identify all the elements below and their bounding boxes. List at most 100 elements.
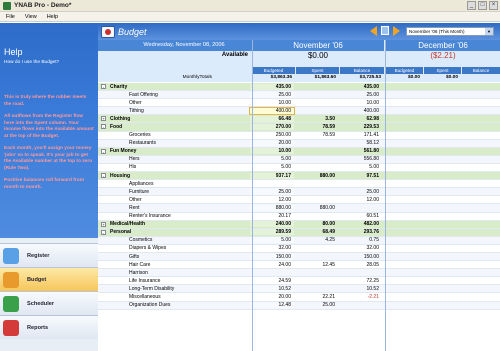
- cell-budgeted[interactable]: 10.00: [250, 148, 294, 155]
- cell-budgeted[interactable]: 20.17: [250, 213, 294, 220]
- next-month-arrow-icon[interactable]: [393, 26, 400, 36]
- category-row[interactable]: + Clothing 66.48 3.50 62.98: [98, 115, 500, 124]
- category-row[interactable]: + Medical/Health 240.00 80.00 482.00: [98, 220, 500, 229]
- cell-budgeted[interactable]: 12.48: [250, 302, 294, 309]
- subcategory-row[interactable]: Cosmetics 5.00 4.25 0.75: [98, 236, 500, 245]
- title-bar: YNAB Pro - Demo* _ □ ×: [0, 0, 500, 12]
- row-name: Renter's Insurance: [129, 213, 171, 220]
- cell-budgeted[interactable]: 5.00: [250, 164, 294, 171]
- row-name: Gifts: [129, 253, 140, 260]
- subcategory-row[interactable]: Appliances: [98, 180, 500, 189]
- cell-budgeted[interactable]: 24.00: [250, 261, 294, 268]
- cell-spent: 78.59: [322, 124, 335, 131]
- menu-help[interactable]: Help: [47, 14, 58, 20]
- help-question[interactable]: How do I use the Budget?: [4, 60, 94, 65]
- cell-budgeted[interactable]: 150.00: [250, 253, 294, 260]
- cell-budgeted[interactable]: 12.00: [250, 196, 294, 203]
- nav-register[interactable]: Register: [0, 243, 98, 267]
- cell-budgeted[interactable]: 32.00: [250, 245, 294, 252]
- subcategory-row[interactable]: Hers 5.00 556.80: [98, 155, 500, 164]
- nav-label: Budget: [27, 276, 47, 283]
- close-button[interactable]: ×: [489, 1, 498, 10]
- subcategory-row[interactable]: Tithing 400.00 400.00: [98, 106, 500, 116]
- subcategory-row[interactable]: Life Insurance 24.59 72.25: [98, 277, 500, 286]
- subcategory-row[interactable]: Hair Care 24.00 12.45 28.05: [98, 261, 500, 270]
- nav-reports[interactable]: Reports: [0, 315, 98, 339]
- category-row[interactable]: - Food 270.00 78.59 229.53: [98, 123, 500, 132]
- prev-month-arrow-icon[interactable]: [370, 26, 377, 36]
- row-name: Medical/Health: [110, 221, 146, 228]
- subcategory-row[interactable]: Other 12.00 12.00: [98, 196, 500, 205]
- subcategory-row[interactable]: Renter's Insurance 20.17 60.51: [98, 212, 500, 221]
- cell-budgeted[interactable]: 240.00: [250, 221, 294, 228]
- subcategory-row[interactable]: Long-Term Disability 10.52 10.52: [98, 285, 500, 294]
- row-name: Other: [129, 196, 142, 203]
- reports-icon: [3, 319, 19, 336]
- month-select-value: November '06 (This Month): [409, 29, 465, 34]
- cell-budgeted[interactable]: 5.00: [250, 237, 294, 244]
- row-name: Housing: [110, 172, 130, 179]
- category-row[interactable]: - Fun Money 10.00 561.80: [98, 147, 500, 156]
- subcategory-row[interactable]: Rent 880.00 880.00: [98, 204, 500, 213]
- subcategory-row[interactable]: Restaurants 20.00 58.12: [98, 139, 500, 148]
- expand-icon[interactable]: +: [101, 116, 106, 122]
- cell-budgeted[interactable]: 250.00: [250, 132, 294, 139]
- category-row[interactable]: - Charity 435.00 435.00: [98, 83, 500, 92]
- minimize-button[interactable]: _: [467, 1, 476, 10]
- total-spent-dec: $0.00: [445, 75, 458, 80]
- maximize-button[interactable]: □: [478, 1, 487, 10]
- subcategory-row[interactable]: Furniture 25.00 25.00: [98, 188, 500, 197]
- menu-file[interactable]: File: [6, 14, 15, 20]
- cell-budgeted[interactable]: 5.00: [250, 156, 294, 163]
- subcategory-row[interactable]: Fast Offering 25.00 25.00: [98, 91, 500, 100]
- menu-view[interactable]: View: [25, 14, 37, 20]
- cell-budgeted[interactable]: 270.00: [250, 124, 294, 131]
- subcategory-row[interactable]: Miscellaneous 20.00 22.21 -2.21: [98, 293, 500, 302]
- subcategory-row[interactable]: Diapers & Wipes 32.00 32.00: [98, 244, 500, 253]
- cell-balance: 58.12: [366, 140, 379, 147]
- expand-icon[interactable]: +: [101, 221, 106, 227]
- cell-budgeted[interactable]: 20.00: [250, 140, 294, 147]
- nav-label: Scheduler: [27, 300, 55, 307]
- cell-budgeted[interactable]: 880.00: [250, 204, 294, 211]
- month-select[interactable]: November '06 (This Month) ▼: [406, 27, 494, 36]
- nav-scheduler[interactable]: Scheduler: [0, 291, 98, 315]
- cell-budgeted[interactable]: 289.59: [250, 229, 294, 236]
- collapse-icon[interactable]: -: [101, 84, 106, 89]
- cell-balance: 97.51: [366, 172, 379, 179]
- cell-budgeted[interactable]: 25.00: [250, 188, 294, 195]
- current-month-icon[interactable]: [381, 26, 389, 35]
- subcategory-row[interactable]: Harrison: [98, 269, 500, 278]
- cell-budgeted[interactable]: 435.00: [250, 83, 294, 90]
- nav-budget[interactable]: Budget: [0, 267, 98, 291]
- cell-balance: 5.00: [369, 164, 379, 171]
- collapse-icon[interactable]: -: [101, 229, 106, 235]
- row-name: Organization Dues: [129, 302, 171, 309]
- collapse-icon[interactable]: -: [101, 124, 106, 130]
- cell-budgeted[interactable]: 10.52: [250, 285, 294, 292]
- collapse-icon[interactable]: -: [101, 148, 106, 154]
- cell-budgeted[interactable]: 10.00: [250, 99, 294, 106]
- cell-budgeted[interactable]: 400.00: [249, 106, 295, 115]
- subcategory-row[interactable]: Organization Dues 12.48 25.00: [98, 301, 500, 310]
- subcategory-row[interactable]: Other 10.00 10.00: [98, 99, 500, 108]
- cell-budgeted[interactable]: 937.17: [250, 172, 294, 179]
- subcategory-row[interactable]: Gifts 150.00 150.00: [98, 252, 500, 262]
- cell-budgeted[interactable]: 25.00: [250, 91, 294, 98]
- cell-spent: 78.59: [322, 132, 335, 139]
- cell-budgeted[interactable]: 66.48: [250, 115, 294, 122]
- cell-balance: 435.00: [363, 83, 379, 90]
- app-icon: [3, 1, 11, 10]
- row-name: Long-Term Disability: [129, 285, 175, 292]
- chevron-down-icon[interactable]: ▼: [485, 28, 493, 35]
- row-name: Personal: [110, 229, 132, 236]
- subcategory-row[interactable]: Groceries 250.00 78.59 171.41: [98, 131, 500, 140]
- category-row[interactable]: - Housing 937.17 880.00 97.51: [98, 172, 500, 181]
- category-row[interactable]: - Personal 289.59 68.49 293.76: [98, 228, 500, 237]
- subcategory-row[interactable]: His 5.00 5.00: [98, 163, 500, 173]
- cell-spent: 80.00: [322, 221, 335, 228]
- cell-budgeted[interactable]: 20.00: [250, 293, 294, 300]
- row-name: Miscellaneous: [129, 293, 161, 300]
- collapse-icon[interactable]: -: [101, 173, 106, 179]
- cell-budgeted[interactable]: 24.59: [250, 277, 294, 284]
